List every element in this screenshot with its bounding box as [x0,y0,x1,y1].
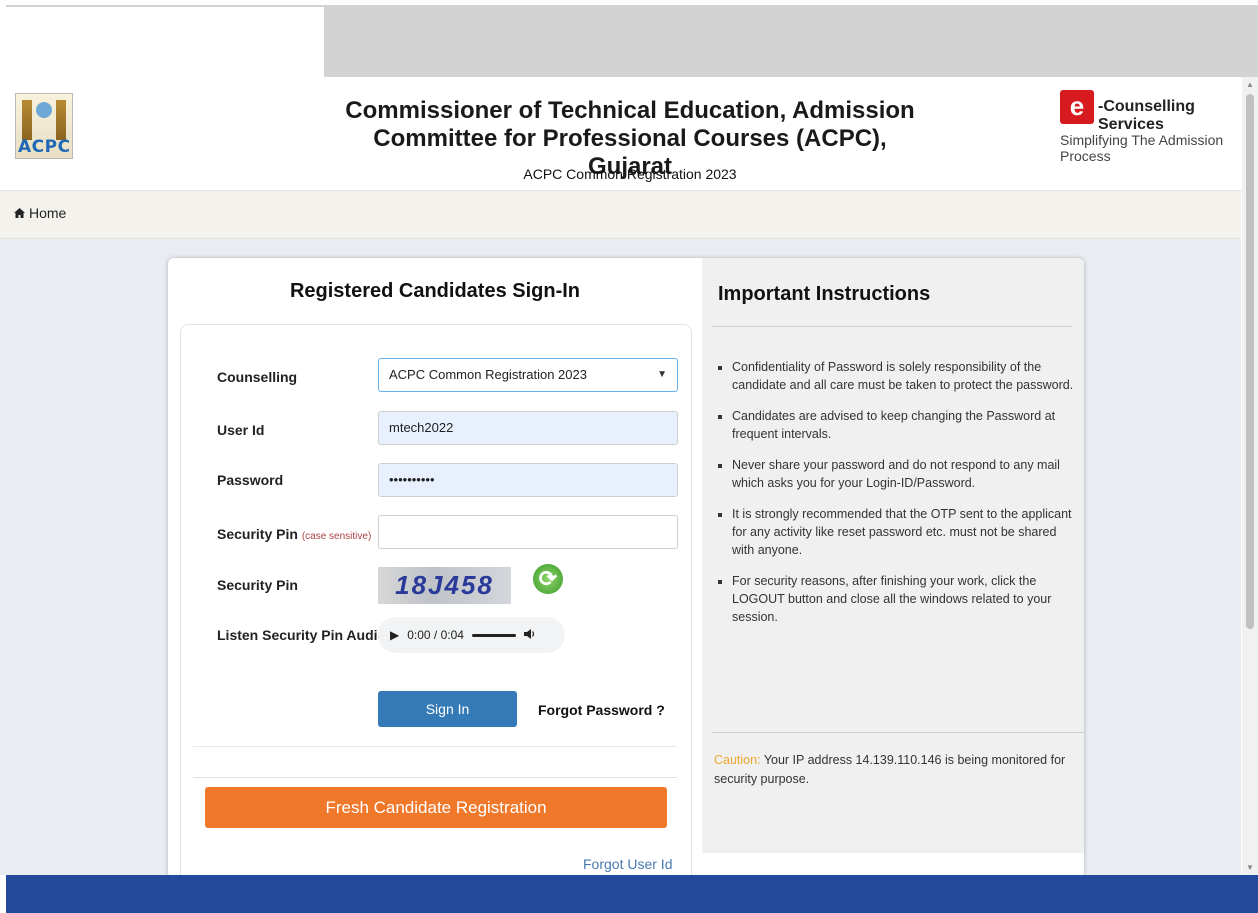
userid-label: User Id [217,422,265,438]
page-title-line1: Commissioner of Technical Education, Adm… [345,97,915,124]
captcha-image: 18J458 [378,567,511,604]
signin-form: Counselling ACPC Common Registration 202… [180,324,692,878]
taskbar-footer [6,875,1258,913]
volume-icon[interactable] [523,628,536,643]
security-pin-label: Security Pin (case sensitive) [217,526,371,542]
acpc-logo[interactable]: ACPC [15,93,73,159]
security-pin-label-text: Security Pin [217,526,298,542]
login-card: Registered Candidates Sign-In Counsellin… [168,258,1084,878]
security-pin-input[interactable] [378,515,678,549]
nav-home-label: Home [29,205,67,221]
browser-tab[interactable] [6,7,324,77]
forgot-password-link[interactable]: Forgot Password ? [538,702,665,718]
scroll-down-icon[interactable]: ▼ [1246,863,1254,872]
signin-heading: Registered Candidates Sign-In [289,280,581,302]
fresh-registration-button[interactable]: Fresh Candidate Registration [205,787,667,828]
play-icon[interactable]: ▶ [390,628,399,642]
logo-pillar [22,100,32,140]
audio-time: 0:00 / 0:04 [407,628,464,642]
chevron-down-icon: ▼ [657,369,667,380]
caution-notice: Caution: Your IP address 14.139.110.146 … [714,751,1082,789]
instruction-item: It is strongly recommended that the OTP … [732,505,1082,559]
logo-pillar [56,100,66,140]
counselling-select[interactable]: ACPC Common Registration 2023 ▼ [378,358,678,392]
instruction-item: Confidentiality of Password is solely re… [732,358,1082,394]
e-counselling-tagline: Simplifying The Admission Process [1060,132,1224,164]
password-input[interactable]: •••••••••• [378,463,678,497]
caution-label: Caution: [714,753,761,767]
scroll-up-icon[interactable]: ▲ [1246,80,1254,89]
instruction-item: Never share your password and do not res… [732,456,1082,492]
captcha-label: Security Pin [217,577,298,593]
instructions-heading: Important Instructions [718,283,931,305]
e-counselling-title: -Counselling Services [1098,98,1195,133]
site-header: ACPC Commissioner of Technical Education… [0,77,1241,191]
counselling-label: Counselling [217,369,298,385]
instruction-item: For security reasons, after finishing yo… [732,572,1082,626]
audio-label: Listen Security Pin Audio [217,627,387,643]
userid-input[interactable]: mtech2022 [378,411,678,445]
nav-home-link[interactable]: Home [14,205,66,221]
password-label: Password [217,472,284,488]
audio-progress-bar[interactable] [471,633,516,637]
page-subtitle: ACPC Common Registration 2023 [523,166,737,182]
signin-button[interactable]: Sign In [378,691,517,727]
form-divider [193,746,677,747]
logo-globe [36,102,52,118]
nav-bar: Home [0,191,1241,239]
caution-divider [712,732,1084,733]
home-icon [14,205,25,221]
e-counselling-logo-icon: e [1060,90,1094,124]
counselling-selected-value: ACPC Common Registration 2023 [389,367,587,382]
instructions-panel: Important Instructions Confidentiality o… [702,258,1084,853]
instruction-item: Candidates are advised to keep changing … [732,407,1082,443]
page-scrollbar[interactable]: ▲ ▼ [1242,77,1258,875]
refresh-captcha-icon[interactable]: ⟳ [533,564,563,594]
scrollbar-thumb[interactable] [1246,94,1254,629]
forgot-userid-link[interactable]: Forgot User Id [583,856,672,872]
caution-text: Your IP address 14.139.110.146 is being … [714,753,1066,786]
case-sensitive-hint: (case sensitive) [301,531,372,542]
captcha-audio-player[interactable]: ▶ 0:00 / 0:04 [378,617,565,653]
form-divider [193,777,677,778]
instructions-divider [712,326,1072,327]
instructions-list: Confidentiality of Password is solely re… [718,358,1082,639]
acpc-logo-text: ACPC [18,137,71,157]
